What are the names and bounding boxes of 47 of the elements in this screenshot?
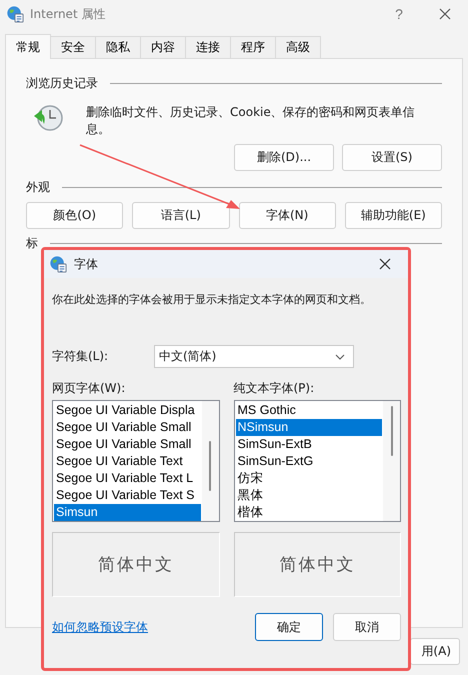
list-item[interactable]: Segoe UI Variable Displa xyxy=(54,402,200,419)
button[interactable]: 确定 xyxy=(255,613,323,641)
close-icon[interactable] xyxy=(379,258,391,270)
button[interactable]: 字体(N) xyxy=(238,202,336,229)
button[interactable]: 辅助功能(E) xyxy=(344,202,442,229)
field-label: 网页字体(W): xyxy=(52,380,126,397)
list-item[interactable]: Segoe UI Variable Small xyxy=(54,436,200,453)
list-item[interactable]: Segoe UI Variable Text xyxy=(54,453,200,470)
list-item[interactable]: Simsun xyxy=(54,504,200,521)
globe-icon xyxy=(6,5,24,23)
dialog-title: 字体 xyxy=(74,256,98,272)
close-icon[interactable] xyxy=(439,8,451,20)
list-item[interactable]: 仿宋 xyxy=(236,470,382,487)
help-link[interactable]: 如何忽略预设字体 xyxy=(52,618,148,636)
button[interactable]: 颜色(O) xyxy=(26,202,124,229)
scrollbar[interactable] xyxy=(202,401,218,521)
chevron-icon xyxy=(335,354,345,360)
field-label: 字符集(L): xyxy=(52,348,110,365)
globe-icon xyxy=(49,255,67,273)
help-button[interactable]: ? xyxy=(376,0,422,28)
preview-text: 简体中文 xyxy=(98,554,174,576)
list-item[interactable]: 楷体 xyxy=(236,504,382,521)
description-text: 你在此处选择的字体会被用于显示未指定文本字体的网页和文档。 xyxy=(52,292,372,307)
charset-dropdown[interactable]: 中文(简体) xyxy=(154,345,354,368)
button[interactable]: 设置(S) xyxy=(342,144,442,171)
list-item[interactable]: Segoe UI Variable Small xyxy=(54,419,200,436)
tab[interactable]: 高级 xyxy=(275,36,321,58)
preview-text: 简体中文 xyxy=(279,554,356,576)
list-item[interactable]: SimSun-ExtG xyxy=(236,453,382,470)
list-item[interactable]: Segoe UI Variable Text L xyxy=(54,470,200,487)
group-heading: 外观 xyxy=(26,179,50,196)
apply-button[interactable]: 用(A) xyxy=(410,638,460,665)
list-item[interactable]: MS Gothic xyxy=(236,402,382,419)
group-heading: 标 xyxy=(26,235,38,252)
window-title: Internet 属性 xyxy=(30,6,106,22)
button[interactable]: 删除(D)... xyxy=(234,144,334,171)
button[interactable]: 取消 xyxy=(333,613,401,641)
list-item[interactable]: SimSun-ExtB xyxy=(236,436,382,453)
field-label: 纯文本字体(P): xyxy=(234,380,316,397)
list-item[interactable]: NSimsun xyxy=(236,419,382,436)
list-item[interactable]: 黑体 xyxy=(236,487,382,504)
group-heading: 浏览历史记录 xyxy=(26,75,98,92)
list-item[interactable]: Segoe UI Variable Text S xyxy=(54,487,200,504)
description-text: 删除临时文件、历史记录、Cookie、保存的密码和网页表单信息。 xyxy=(86,104,416,138)
tab[interactable]: 常规 xyxy=(5,34,51,59)
button[interactable]: 语言(L) xyxy=(132,202,230,229)
scrollbar[interactable] xyxy=(383,401,400,521)
